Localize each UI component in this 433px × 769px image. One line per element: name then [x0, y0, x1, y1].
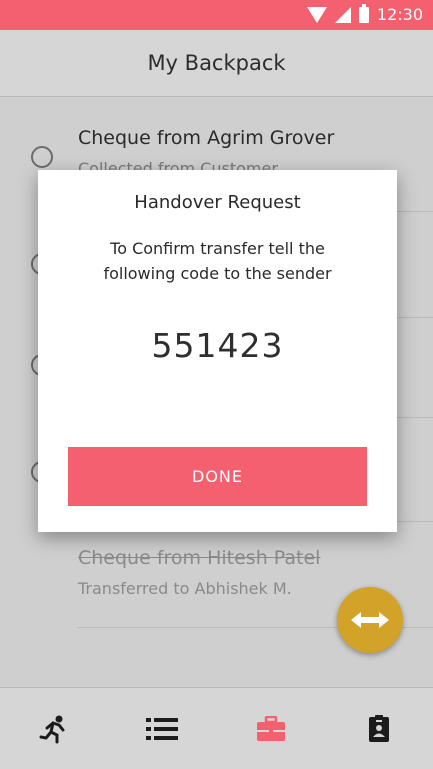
- status-bar: 12:30: [0, 0, 433, 30]
- transfer-fab-button[interactable]: [337, 587, 403, 653]
- runner-icon: [39, 715, 65, 743]
- id-badge-icon: [368, 714, 389, 742]
- bottom-navigation: [0, 687, 433, 769]
- dialog-title: Handover Request: [134, 192, 301, 213]
- app-bar: My Backpack: [0, 30, 433, 97]
- list-item-title: Cheque from Agrim Grover: [78, 127, 335, 149]
- radio-button[interactable]: [31, 146, 53, 168]
- status-icons: 12:30: [306, 3, 423, 24]
- status-time: 12:30: [376, 5, 423, 24]
- page-title: My Backpack: [147, 51, 286, 75]
- handover-code: 551423: [151, 326, 284, 365]
- list-icon: [146, 717, 179, 740]
- battery-icon: [358, 3, 369, 23]
- briefcase-icon: [256, 715, 285, 741]
- handover-dialog: Handover Request To Confirm transfer tel…: [38, 170, 397, 532]
- dialog-message: To Confirm transfer tell the following c…: [103, 239, 332, 283]
- nav-item-profile[interactable]: [349, 699, 409, 759]
- list-item-subtitle: Transferred to Abhishek M.: [78, 579, 292, 598]
- nav-item-backpack[interactable]: [241, 699, 301, 759]
- swap-icon: [351, 612, 389, 628]
- signal-icon: [334, 6, 351, 23]
- nav-item-list[interactable]: [132, 699, 192, 759]
- done-button[interactable]: DONE: [68, 447, 367, 506]
- wifi-icon: [306, 6, 327, 23]
- list-item-title: Cheque from Hitesh Patel: [78, 547, 321, 569]
- nav-item-activity[interactable]: [24, 699, 84, 759]
